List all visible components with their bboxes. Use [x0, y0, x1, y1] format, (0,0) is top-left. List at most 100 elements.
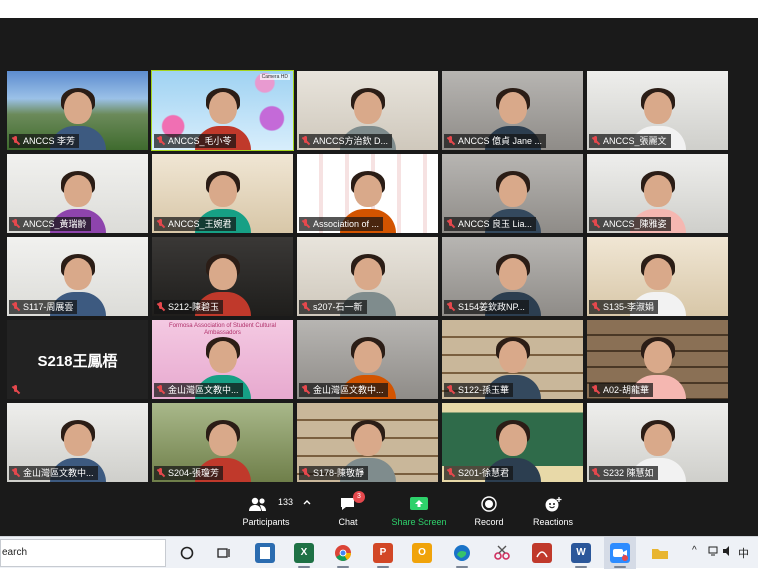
reactions-button[interactable]: Reactions — [528, 496, 578, 532]
participant-tile[interactable]: ANCCS_黃瑞齡 — [7, 154, 148, 233]
participant-nameplate: s207-石一新 — [299, 300, 367, 314]
participants-button[interactable]: 133 Participants — [238, 496, 294, 532]
participant-tile[interactable]: S212-陳碧玉 — [152, 237, 293, 316]
participant-name: ANCCS 良玉 Lia... — [458, 219, 533, 229]
participant-tile[interactable]: 金山灣區文教中... — [297, 320, 438, 399]
outlook-icon[interactable]: O — [412, 543, 432, 563]
folder-icon[interactable] — [650, 543, 670, 563]
participant-tile[interactable]: S178-陳敬靜 — [297, 403, 438, 482]
chrome-icon[interactable] — [333, 543, 353, 568]
chevron-up-icon — [301, 496, 313, 512]
excel-icon[interactable]: X — [294, 543, 314, 568]
muted-mic-icon — [301, 468, 310, 478]
muted-mic-icon — [11, 385, 20, 395]
meeting-window: ANCCS 李芳 Camera HD ANCCS_毛小苓 ANCCS方治欽 D... A… — [0, 18, 758, 490]
participant-nameplate: ANCCS 李芳 — [9, 134, 80, 148]
participant-name: ANCCS_毛小苓 — [168, 136, 232, 146]
participant-tile[interactable]: ANCCS_王婉君 — [152, 154, 293, 233]
muted-mic-icon — [446, 136, 455, 146]
participant-name: ANCCS_黃瑞齡 — [23, 219, 87, 229]
word-icon[interactable]: W — [571, 543, 591, 568]
participant-tile[interactable]: Association of ... — [297, 154, 438, 233]
participant-tile[interactable]: ANCCS_陳雅姿 — [587, 154, 728, 233]
participant-tile[interactable]: S232 陳慧如 — [587, 403, 728, 482]
participant-tile[interactable]: A02-胡龍華 — [587, 320, 728, 399]
task-view-icon[interactable] — [214, 543, 234, 563]
muted-mic-icon — [591, 468, 600, 478]
participant-tile[interactable]: ANCCS方治欽 D... — [297, 71, 438, 150]
share-screen-button[interactable]: Share Screen — [388, 496, 450, 532]
tray-network-icon[interactable] — [708, 545, 720, 560]
taskbar-search-box[interactable]: earch — [0, 539, 166, 567]
participant-nameplate — [9, 383, 27, 397]
chat-button[interactable]: 3 Chat — [330, 491, 366, 532]
muted-mic-icon — [156, 219, 165, 229]
participant-tile[interactable]: ANCCS 李芳 — [7, 71, 148, 150]
participant-nameplate: ANCCS_毛小苓 — [154, 134, 236, 148]
participant-tile[interactable]: ANCCS 億貞 Jane ... — [442, 71, 583, 150]
muted-mic-icon — [446, 302, 455, 312]
participant-tile[interactable]: S135-李淑娟 — [587, 237, 728, 316]
participant-name: 金山灣區文教中... — [23, 468, 94, 478]
muted-mic-icon — [156, 385, 165, 395]
participant-name: S117-周展雲 — [23, 302, 74, 312]
tray-volume-icon[interactable] — [722, 545, 734, 560]
gallery-grid: ANCCS 李芳 Camera HD ANCCS_毛小苓 ANCCS方治欽 D... A… — [7, 70, 752, 487]
chat-unread-badge: 3 — [353, 491, 365, 503]
edge-icon[interactable] — [452, 543, 472, 568]
snipping-tool-icon[interactable] — [492, 543, 512, 563]
participant-tile[interactable]: s207-石一新 — [297, 237, 438, 316]
reactions-icon — [528, 496, 578, 512]
participant-name: A02-胡龍華 — [603, 385, 650, 395]
participant-name: S232 陳慧如 — [603, 468, 654, 478]
participant-tile[interactable]: S204-張瓊芳 — [152, 403, 293, 482]
participant-name: 金山灣區文教中... — [168, 385, 239, 395]
record-button[interactable]: Record — [470, 496, 508, 532]
title-bar — [0, 0, 758, 18]
participants-label: Participants — [242, 517, 290, 527]
participant-name: s207-石一新 — [313, 302, 363, 312]
chat-label: Chat — [338, 517, 358, 527]
muted-mic-icon — [591, 302, 600, 312]
participant-tile[interactable]: S154姜欽政NP... — [442, 237, 583, 316]
participant-nameplate: S154姜欽政NP... — [444, 300, 529, 314]
participant-tile[interactable]: S201-徐慧君 — [442, 403, 583, 482]
participant-nameplate: S135-李淑娟 — [589, 300, 659, 314]
camera-tag: Camera HD — [259, 74, 290, 80]
participant-name: ANCCS_王婉君 — [168, 219, 232, 229]
muted-mic-icon — [446, 385, 455, 395]
powerpoint-icon[interactable]: P — [373, 543, 393, 568]
file-explorer-icon[interactable] — [255, 543, 275, 563]
participant-nameplate: ANCCS 億貞 Jane ... — [444, 134, 547, 148]
zoom-app-icon[interactable] — [610, 543, 630, 568]
participant-nameplate: ANCCS_王婉君 — [154, 217, 236, 231]
participant-tile[interactable]: Camera HD ANCCS_毛小苓 — [151, 70, 294, 151]
participant-tile[interactable]: S218王鳳梧 — [7, 320, 148, 399]
participants-options-chevron[interactable] — [301, 496, 313, 532]
pdf-reader-icon[interactable] — [532, 543, 552, 563]
cortana-icon[interactable] — [177, 543, 197, 563]
participant-name: ANCCS方治欽 D... — [313, 136, 389, 146]
ime-language-indicator[interactable]: 中 — [738, 545, 749, 561]
participant-name: ANCCS_陳雅姿 — [603, 219, 667, 229]
muted-mic-icon — [301, 385, 310, 395]
participant-name: Association of ... — [313, 219, 380, 229]
participant-name: ANCCS 李芳 — [23, 136, 76, 146]
muted-mic-icon — [446, 219, 455, 229]
windows-taskbar: earch X P O W ^ 中 — [0, 536, 758, 569]
tray-overflow-chevron[interactable]: ^ — [692, 545, 697, 556]
participant-name: S135-李淑娟 — [603, 302, 655, 312]
participant-tile[interactable]: S117-周展雲 — [7, 237, 148, 316]
participant-name: ANCCS 億貞 Jane ... — [458, 136, 543, 146]
participant-name: S212-陳碧玉 — [168, 302, 220, 312]
participant-tile[interactable]: S122-孫玉華 — [442, 320, 583, 399]
participant-tile[interactable]: ANCCS 良玉 Lia... — [442, 154, 583, 233]
participant-nameplate: S178-陳敬靜 — [299, 466, 369, 480]
muted-mic-icon — [591, 219, 600, 229]
muted-mic-icon — [11, 302, 20, 312]
participant-tile[interactable]: ANCCS_張麗文 — [587, 71, 728, 150]
participant-name: S178-陳敬靜 — [313, 468, 365, 478]
participant-tile[interactable]: Formosa Association of Student Cultural … — [152, 320, 293, 399]
participant-name: ANCCS_張麗文 — [603, 136, 667, 146]
participant-tile[interactable]: 金山灣區文教中... — [7, 403, 148, 482]
